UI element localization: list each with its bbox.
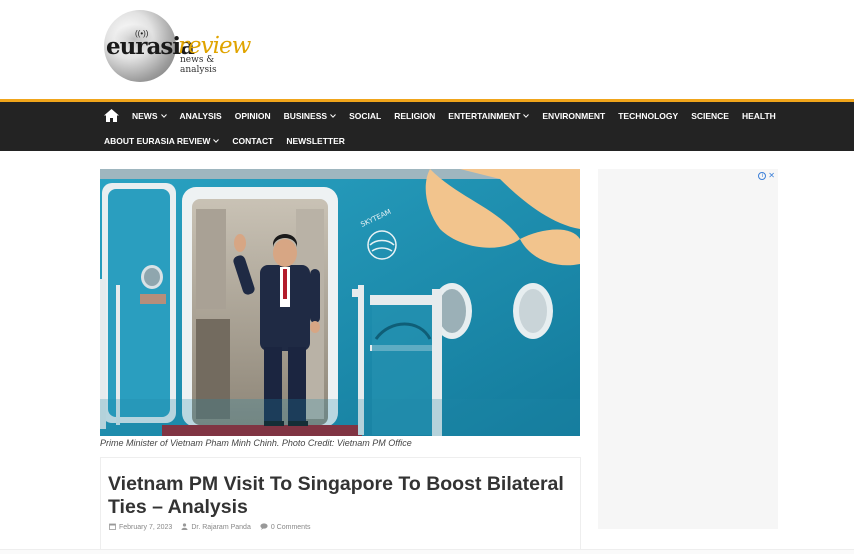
- meta-author-text: Dr. Rajaram Panda: [191, 524, 251, 531]
- nav-item-label: Business: [283, 111, 328, 121]
- nav-item-label: Science: [691, 111, 729, 121]
- image-caption: Prime Minister of Vietnam Pham Minh Chin…: [100, 438, 412, 448]
- article-meta: February 7, 2023 Dr. Rajaram Panda 0 Com…: [109, 523, 320, 532]
- adchoices-icon[interactable]: i: [758, 171, 767, 180]
- page: ((•)) eurasia review news & analysis New…: [0, 0, 854, 554]
- nav-item-environment[interactable]: Environment: [542, 111, 605, 121]
- nav-item-label: Contact: [232, 136, 274, 146]
- chevron-down-icon: [213, 138, 220, 145]
- nav-item-science[interactable]: Science: [691, 111, 729, 121]
- chevron-down-icon: [160, 113, 167, 120]
- adchoices[interactable]: i ✕: [758, 171, 775, 180]
- nav-item-entertainment[interactable]: Entertainment: [448, 111, 530, 121]
- nav-item-opinion[interactable]: Opinion: [235, 111, 271, 121]
- nav-item-news[interactable]: News: [132, 111, 167, 121]
- nav-item-label: Entertainment: [448, 111, 521, 121]
- nav-item-social[interactable]: Social: [349, 111, 381, 121]
- article-title[interactable]: Vietnam PM Visit To Singapore To Boost B…: [108, 473, 568, 519]
- hero-image[interactable]: SKYTEAM: [100, 169, 580, 436]
- nav-item-religion[interactable]: Religion: [394, 111, 435, 121]
- nav-item-about-eurasia-review[interactable]: About Eurasia Review: [104, 136, 220, 146]
- nav-item-label: Opinion: [234, 111, 271, 121]
- nav-item-business[interactable]: Business: [284, 111, 336, 121]
- nav-item-label: Technology: [618, 111, 679, 121]
- chevron-down-icon: [330, 113, 336, 120]
- main-nav: News Analysis Opinion Business Social Religio…: [0, 99, 854, 151]
- nav-item-analysis[interactable]: Analysis: [180, 111, 222, 121]
- nav-item-label: News: [132, 111, 158, 121]
- nav-item-label: Analysis: [179, 111, 222, 121]
- chevron-down-icon: [523, 113, 530, 120]
- nav-item-label: Environment: [542, 111, 606, 121]
- nav-item-health[interactable]: Health: [742, 111, 776, 121]
- home-icon[interactable]: [104, 109, 120, 123]
- meta-author[interactable]: Dr. Rajaram Panda: [181, 523, 251, 532]
- nav-row-secondary: About Eurasia Review Contact Newsletter: [104, 129, 358, 153]
- nav-item-label: Newsletter: [286, 136, 345, 146]
- site-logo[interactable]: ((•)) eurasia review news & analysis: [104, 10, 251, 84]
- close-icon[interactable]: ✕: [768, 171, 775, 180]
- nav-item-label: Social: [349, 111, 382, 121]
- comment-icon: [260, 523, 268, 532]
- nav-item-newsletter[interactable]: Newsletter: [286, 136, 345, 146]
- sidebar-ad[interactable]: i ✕: [598, 169, 778, 529]
- nav-item-label: Religion: [394, 111, 436, 121]
- nav-item-label: Health: [741, 111, 776, 121]
- nav-row-primary: News Analysis Opinion Business Social Religio…: [104, 104, 789, 128]
- site-header: ((•)) eurasia review news & analysis: [0, 0, 854, 99]
- meta-date-text: February 7, 2023: [119, 524, 173, 531]
- user-icon: [181, 523, 188, 532]
- logo-tagline: news & analysis: [180, 55, 217, 75]
- nav-item-contact[interactable]: Contact: [232, 136, 273, 146]
- nav-item-label: About Eurasia Review: [104, 136, 211, 146]
- bottom-divider: [0, 549, 854, 554]
- meta-comments[interactable]: 0 Comments: [260, 523, 311, 532]
- calendar-icon: [109, 523, 116, 532]
- meta-date[interactable]: February 7, 2023: [109, 523, 172, 532]
- nav-item-technology[interactable]: Technology: [618, 111, 678, 121]
- meta-comments-text: 0 Comments: [270, 524, 311, 531]
